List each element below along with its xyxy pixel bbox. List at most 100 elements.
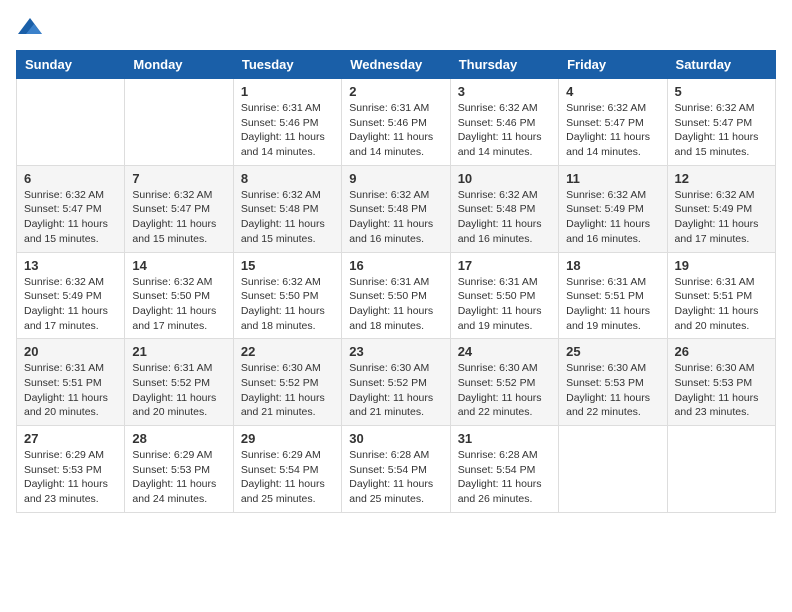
weekday-header: Sunday — [17, 51, 125, 79]
day-info: Sunrise: 6:32 AM Sunset: 5:49 PM Dayligh… — [566, 188, 659, 247]
day-number: 31 — [458, 431, 551, 446]
day-number: 18 — [566, 258, 659, 273]
calendar-cell: 18 Sunrise: 6:31 AM Sunset: 5:51 PM Dayli… — [559, 252, 667, 339]
calendar-table: SundayMondayTuesdayWednesdayThursdayFrid… — [16, 50, 776, 513]
day-info: Sunrise: 6:32 AM Sunset: 5:48 PM Dayligh… — [349, 188, 442, 247]
day-info: Sunrise: 6:32 AM Sunset: 5:47 PM Dayligh… — [566, 101, 659, 160]
day-info: Sunrise: 6:31 AM Sunset: 5:51 PM Dayligh… — [675, 275, 768, 334]
day-info: Sunrise: 6:28 AM Sunset: 5:54 PM Dayligh… — [349, 448, 442, 507]
calendar-cell: 16 Sunrise: 6:31 AM Sunset: 5:50 PM Dayli… — [342, 252, 450, 339]
weekday-header-row: SundayMondayTuesdayWednesdayThursdayFrid… — [17, 51, 776, 79]
calendar-cell: 12 Sunrise: 6:32 AM Sunset: 5:49 PM Dayli… — [667, 165, 775, 252]
day-info: Sunrise: 6:29 AM Sunset: 5:54 PM Dayligh… — [241, 448, 334, 507]
day-number: 28 — [132, 431, 225, 446]
calendar-cell: 20 Sunrise: 6:31 AM Sunset: 5:51 PM Dayli… — [17, 339, 125, 426]
calendar-week-row: 13 Sunrise: 6:32 AM Sunset: 5:49 PM Dayli… — [17, 252, 776, 339]
day-number: 22 — [241, 344, 334, 359]
day-info: Sunrise: 6:32 AM Sunset: 5:49 PM Dayligh… — [24, 275, 117, 334]
calendar-week-row: 1 Sunrise: 6:31 AM Sunset: 5:46 PM Daylig… — [17, 79, 776, 166]
day-info: Sunrise: 6:30 AM Sunset: 5:53 PM Dayligh… — [675, 361, 768, 420]
day-info: Sunrise: 6:30 AM Sunset: 5:52 PM Dayligh… — [241, 361, 334, 420]
day-number: 13 — [24, 258, 117, 273]
calendar-cell: 11 Sunrise: 6:32 AM Sunset: 5:49 PM Dayli… — [559, 165, 667, 252]
day-number: 16 — [349, 258, 442, 273]
day-number: 12 — [675, 171, 768, 186]
day-info: Sunrise: 6:32 AM Sunset: 5:47 PM Dayligh… — [132, 188, 225, 247]
calendar-cell: 1 Sunrise: 6:31 AM Sunset: 5:46 PM Daylig… — [233, 79, 341, 166]
page-header — [16, 16, 776, 38]
day-number: 23 — [349, 344, 442, 359]
calendar-cell: 4 Sunrise: 6:32 AM Sunset: 5:47 PM Daylig… — [559, 79, 667, 166]
calendar-cell — [559, 426, 667, 513]
weekday-header: Friday — [559, 51, 667, 79]
calendar-cell: 14 Sunrise: 6:32 AM Sunset: 5:50 PM Dayli… — [125, 252, 233, 339]
day-info: Sunrise: 6:32 AM Sunset: 5:50 PM Dayligh… — [241, 275, 334, 334]
calendar-cell: 24 Sunrise: 6:30 AM Sunset: 5:52 PM Dayli… — [450, 339, 558, 426]
day-info: Sunrise: 6:31 AM Sunset: 5:52 PM Dayligh… — [132, 361, 225, 420]
calendar-cell: 26 Sunrise: 6:30 AM Sunset: 5:53 PM Dayli… — [667, 339, 775, 426]
day-info: Sunrise: 6:31 AM Sunset: 5:51 PM Dayligh… — [24, 361, 117, 420]
calendar-cell: 8 Sunrise: 6:32 AM Sunset: 5:48 PM Daylig… — [233, 165, 341, 252]
day-number: 20 — [24, 344, 117, 359]
weekday-header: Wednesday — [342, 51, 450, 79]
calendar-cell — [667, 426, 775, 513]
day-info: Sunrise: 6:30 AM Sunset: 5:53 PM Dayligh… — [566, 361, 659, 420]
day-info: Sunrise: 6:32 AM Sunset: 5:50 PM Dayligh… — [132, 275, 225, 334]
weekday-header: Monday — [125, 51, 233, 79]
calendar-cell: 22 Sunrise: 6:30 AM Sunset: 5:52 PM Dayli… — [233, 339, 341, 426]
day-number: 27 — [24, 431, 117, 446]
day-number: 1 — [241, 84, 334, 99]
calendar-cell: 7 Sunrise: 6:32 AM Sunset: 5:47 PM Daylig… — [125, 165, 233, 252]
day-info: Sunrise: 6:31 AM Sunset: 5:50 PM Dayligh… — [349, 275, 442, 334]
day-number: 7 — [132, 171, 225, 186]
calendar-cell: 23 Sunrise: 6:30 AM Sunset: 5:52 PM Dayli… — [342, 339, 450, 426]
day-info: Sunrise: 6:31 AM Sunset: 5:51 PM Dayligh… — [566, 275, 659, 334]
day-number: 26 — [675, 344, 768, 359]
calendar-cell: 31Sunrise: 6:28 AM Sunset: 5:54 PM Dayli… — [450, 426, 558, 513]
day-number: 6 — [24, 171, 117, 186]
day-number: 29 — [241, 431, 334, 446]
weekday-header: Thursday — [450, 51, 558, 79]
day-number: 11 — [566, 171, 659, 186]
day-number: 8 — [241, 171, 334, 186]
day-number: 15 — [241, 258, 334, 273]
day-info: Sunrise: 6:30 AM Sunset: 5:52 PM Dayligh… — [458, 361, 551, 420]
calendar-cell: 9Sunrise: 6:32 AM Sunset: 5:48 PM Daylig… — [342, 165, 450, 252]
calendar-cell: 6 Sunrise: 6:32 AM Sunset: 5:47 PM Daylig… — [17, 165, 125, 252]
weekday-header: Tuesday — [233, 51, 341, 79]
calendar-cell: 17Sunrise: 6:31 AM Sunset: 5:50 PM Dayli… — [450, 252, 558, 339]
logo — [16, 16, 48, 38]
calendar-cell: 29 Sunrise: 6:29 AM Sunset: 5:54 PM Dayli… — [233, 426, 341, 513]
day-number: 10 — [458, 171, 551, 186]
day-info: Sunrise: 6:29 AM Sunset: 5:53 PM Dayligh… — [24, 448, 117, 507]
calendar-week-row: 20 Sunrise: 6:31 AM Sunset: 5:51 PM Dayli… — [17, 339, 776, 426]
day-info: Sunrise: 6:32 AM Sunset: 5:46 PM Dayligh… — [458, 101, 551, 160]
calendar-cell: 28 Sunrise: 6:29 AM Sunset: 5:53 PM Dayli… — [125, 426, 233, 513]
day-number: 24 — [458, 344, 551, 359]
day-info: Sunrise: 6:32 AM Sunset: 5:48 PM Dayligh… — [241, 188, 334, 247]
calendar-cell: 25Sunrise: 6:30 AM Sunset: 5:53 PM Dayli… — [559, 339, 667, 426]
day-number: 5 — [675, 84, 768, 99]
day-number: 14 — [132, 258, 225, 273]
day-info: Sunrise: 6:32 AM Sunset: 5:48 PM Dayligh… — [458, 188, 551, 247]
day-info: Sunrise: 6:31 AM Sunset: 5:46 PM Dayligh… — [241, 101, 334, 160]
day-number: 30 — [349, 431, 442, 446]
weekday-header: Saturday — [667, 51, 775, 79]
day-number: 19 — [675, 258, 768, 273]
day-number: 4 — [566, 84, 659, 99]
calendar-cell: 19 Sunrise: 6:31 AM Sunset: 5:51 PM Dayli… — [667, 252, 775, 339]
calendar-cell: 21 Sunrise: 6:31 AM Sunset: 5:52 PM Dayli… — [125, 339, 233, 426]
day-info: Sunrise: 6:32 AM Sunset: 5:47 PM Dayligh… — [675, 101, 768, 160]
day-info: Sunrise: 6:30 AM Sunset: 5:52 PM Dayligh… — [349, 361, 442, 420]
calendar-cell: 3 Sunrise: 6:32 AM Sunset: 5:46 PM Daylig… — [450, 79, 558, 166]
calendar-cell: 30 Sunrise: 6:28 AM Sunset: 5:54 PM Dayli… — [342, 426, 450, 513]
day-number: 21 — [132, 344, 225, 359]
calendar-cell: 2Sunrise: 6:31 AM Sunset: 5:46 PM Daylig… — [342, 79, 450, 166]
day-number: 2 — [349, 84, 442, 99]
day-info: Sunrise: 6:29 AM Sunset: 5:53 PM Dayligh… — [132, 448, 225, 507]
day-info: Sunrise: 6:32 AM Sunset: 5:49 PM Dayligh… — [675, 188, 768, 247]
day-number: 3 — [458, 84, 551, 99]
day-info: Sunrise: 6:32 AM Sunset: 5:47 PM Dayligh… — [24, 188, 117, 247]
day-number: 17 — [458, 258, 551, 273]
calendar-cell: 5 Sunrise: 6:32 AM Sunset: 5:47 PM Daylig… — [667, 79, 775, 166]
